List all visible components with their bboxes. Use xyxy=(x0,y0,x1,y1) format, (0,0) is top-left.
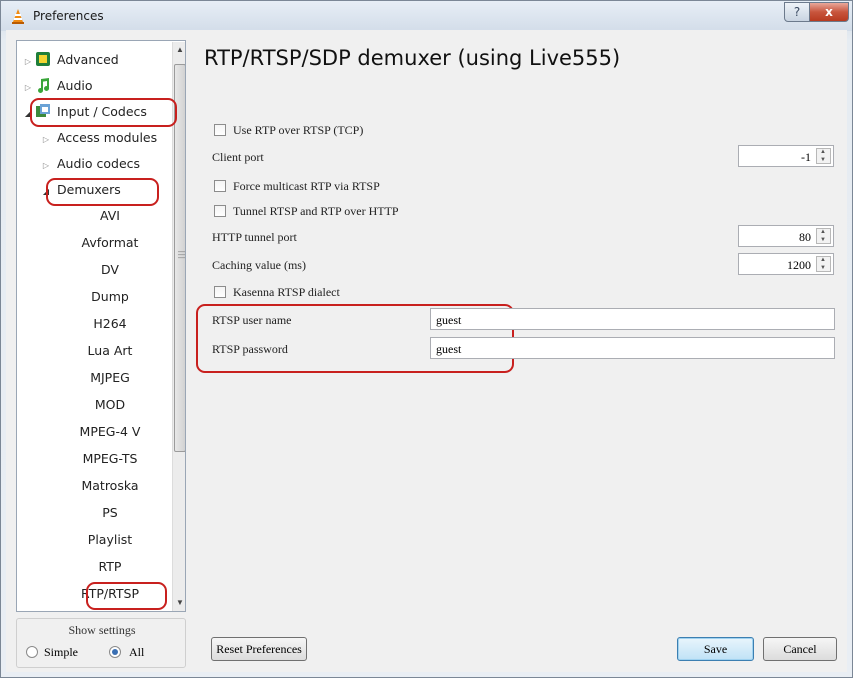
expanded-arrow-icon[interactable]: ◢ xyxy=(39,179,53,205)
caching-value-spinbox[interactable]: 1200 ▲ ▼ xyxy=(738,253,834,275)
scroll-down-icon[interactable]: ▼ xyxy=(173,596,185,610)
scroll-thumb[interactable]: — — — xyxy=(174,64,186,452)
save-button[interactable]: Save xyxy=(677,637,754,661)
tree-item-label: Input / Codecs xyxy=(57,104,147,119)
tree-item-mjpeg[interactable]: MJPEG xyxy=(17,365,173,391)
http-tunnel-port-label: HTTP tunnel port xyxy=(212,230,297,244)
tree-item-label: Avformat xyxy=(81,235,139,250)
help-button[interactable]: ? xyxy=(784,2,810,22)
tree-item-label: MOD xyxy=(94,397,126,412)
tree-item-label: PS xyxy=(102,505,118,520)
tree-item-label: Advanced xyxy=(57,52,119,67)
tree-item-matroska[interactable]: Matroska xyxy=(17,473,173,499)
caching-value-value: 1200 xyxy=(787,258,811,272)
kasenna-checkbox[interactable] xyxy=(214,286,226,298)
all-radio-label: All xyxy=(129,645,145,659)
tree-item-label: MPEG-TS xyxy=(82,451,138,466)
rtsp-user-name-label: RTSP user name xyxy=(212,313,292,327)
tunnel-rtsp-checkbox[interactable] xyxy=(214,205,226,217)
page-title: RTP/RTSP/SDP demuxer (using Live555) xyxy=(204,46,621,70)
tree-item-lua-art[interactable]: Lua Art xyxy=(17,338,173,364)
tree-item-demuxers[interactable]: ◢ Demuxers xyxy=(39,177,121,203)
tree-item-mpeg-4-v[interactable]: MPEG-4 V xyxy=(17,419,173,445)
tree-item-mpeg-ts[interactable]: MPEG-TS xyxy=(17,446,173,472)
tree-item-label: Matroska xyxy=(81,478,139,493)
show-settings-group: Show settings Simple All xyxy=(16,618,186,668)
kasenna-label: Kasenna RTSP dialect xyxy=(233,285,340,299)
tree-item-label: Lua Art xyxy=(87,343,133,358)
caching-value-label: Caching value (ms) xyxy=(212,258,306,272)
tree-item-label: Dump xyxy=(91,289,129,304)
tree-item-mod[interactable]: MOD xyxy=(17,392,173,418)
tree-item-label: Audio xyxy=(57,78,93,93)
collapsed-arrow-icon[interactable]: ▷ xyxy=(21,75,35,101)
http-tunnel-port-spinbox[interactable]: 80 ▲ ▼ xyxy=(738,225,834,247)
cancel-button[interactable]: Cancel xyxy=(763,637,837,661)
simple-radio-label: Simple xyxy=(44,645,79,659)
tree-item-label: DV xyxy=(101,262,119,277)
tree-item-audio-codecs[interactable]: ▷ Audio codecs xyxy=(39,151,140,177)
tree-item-playlist[interactable]: Playlist xyxy=(17,527,173,553)
use-rtp-over-rtsp-checkbox[interactable] xyxy=(214,124,226,136)
tree-item-ps[interactable]: PS xyxy=(17,500,173,526)
spin-arrows-icon[interactable]: ▲ ▼ xyxy=(816,148,831,164)
spin-arrows-icon[interactable]: ▲ ▼ xyxy=(816,256,831,272)
tunnel-rtsp-label: Tunnel RTSP and RTP over HTTP xyxy=(233,204,399,218)
tree-scrollbar[interactable]: ▲ — — — ▼ xyxy=(172,42,186,611)
tree-item-label: MJPEG xyxy=(90,370,130,385)
rtsp-password-input[interactable]: guest xyxy=(430,337,835,359)
tree-item-audio[interactable]: ▷ Audio xyxy=(21,73,93,99)
client-port-label: Client port xyxy=(212,150,264,164)
collapsed-arrow-icon[interactable]: ▷ xyxy=(39,127,53,153)
tree-item-rtp-rtsp[interactable]: RTP/RTSP xyxy=(17,581,173,607)
tree-item-access-modules[interactable]: ▷ Access modules xyxy=(39,125,157,151)
music-note-icon xyxy=(35,76,51,93)
collapsed-arrow-icon[interactable]: ▷ xyxy=(39,153,53,179)
tree-item-h264[interactable]: H264 xyxy=(17,311,173,337)
force-multicast-label: Force multicast RTP via RTSP xyxy=(233,179,380,193)
tree-item-label: Access modules xyxy=(57,130,158,145)
rtsp-password-label: RTSP password xyxy=(212,342,288,356)
window-title: Preferences xyxy=(33,9,104,23)
tree-item-advanced[interactable]: ▷ Advanced xyxy=(21,47,119,73)
tree-item-label: Playlist xyxy=(87,532,133,547)
close-button[interactable]: x xyxy=(809,2,849,22)
tree-item-label: AVI xyxy=(100,208,120,223)
all-radio[interactable] xyxy=(109,646,121,658)
category-tree[interactable]: ▷ Advanced ▷ Audio ◢ Input / Codecs ▷ Access mo… xyxy=(16,40,186,612)
tree-item-avformat[interactable]: Avformat xyxy=(17,230,173,256)
grip-icon: — — — xyxy=(178,247,186,262)
tree-item-label: Audio codecs xyxy=(57,156,141,171)
simple-radio[interactable] xyxy=(26,646,38,658)
http-tunnel-port-value: 80 xyxy=(799,230,811,244)
rtsp-user-name-input[interactable]: guest xyxy=(430,308,835,330)
chip-icon xyxy=(35,50,51,66)
tree-item-rtp[interactable]: RTP xyxy=(17,554,173,580)
codec-icon xyxy=(35,102,51,118)
tree-item-dump[interactable]: Dump xyxy=(17,284,173,310)
reset-preferences-button[interactable]: Reset Preferences xyxy=(211,637,307,661)
client-port-value: -1 xyxy=(801,150,811,164)
client-port-spinbox[interactable]: -1 ▲ ▼ xyxy=(738,145,834,167)
tree-item-dv[interactable]: DV xyxy=(17,257,173,283)
tree-item-label: MPEG-4 V xyxy=(79,424,141,439)
vlc-cone-icon xyxy=(12,9,24,24)
force-multicast-checkbox[interactable] xyxy=(214,180,226,192)
title-bar: Preferences ? x xyxy=(1,1,852,31)
tree-item-label: H264 xyxy=(93,316,127,331)
tree-item-label: Demuxers xyxy=(57,182,121,197)
tree-item-label: RTP/RTSP xyxy=(80,586,140,601)
spin-arrows-icon[interactable]: ▲ ▼ xyxy=(816,228,831,244)
tree-item-avi[interactable]: AVI xyxy=(17,203,173,229)
show-settings-label: Show settings xyxy=(68,623,136,637)
tree-item-label: RTP xyxy=(98,559,122,574)
expanded-arrow-icon[interactable]: ◢ xyxy=(21,101,35,127)
collapsed-arrow-icon[interactable]: ▷ xyxy=(21,49,35,75)
scroll-up-icon[interactable]: ▲ xyxy=(173,43,185,57)
tree-item-input-codecs[interactable]: ◢ Input / Codecs xyxy=(21,99,147,125)
use-rtp-over-rtsp-label: Use RTP over RTSP (TCP) xyxy=(233,123,364,137)
